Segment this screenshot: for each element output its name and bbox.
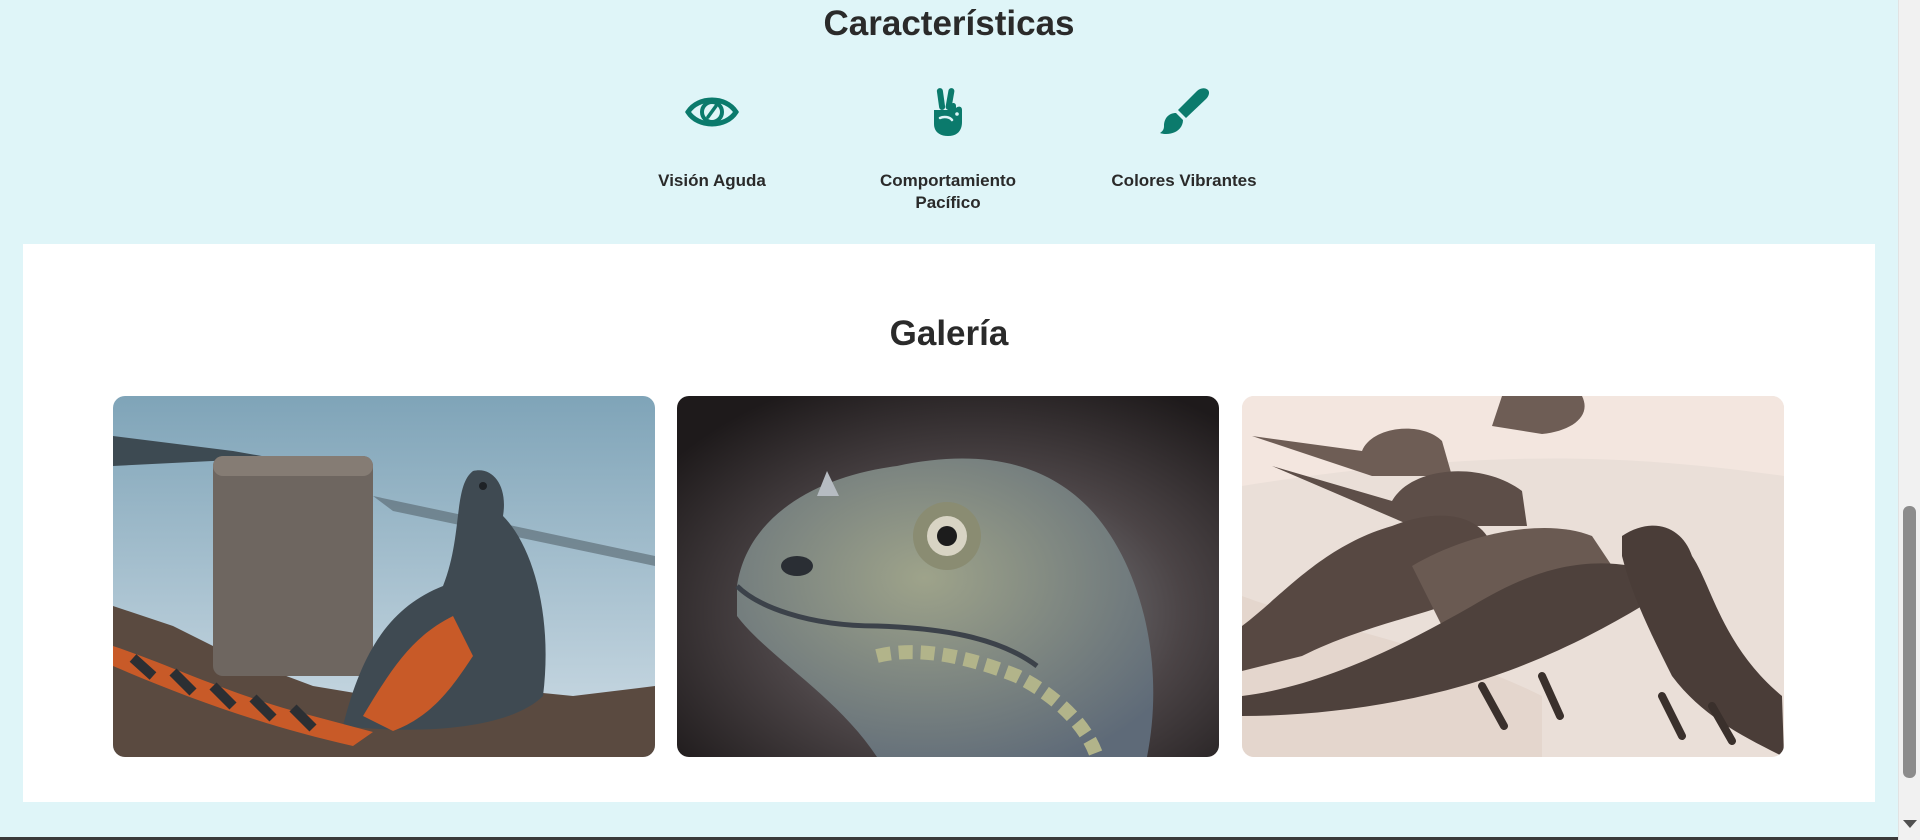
- iguana-head-closeup-photo: [677, 396, 1219, 757]
- gallery-section: Galería: [23, 244, 1875, 802]
- feature-label: Colores Vibrantes: [1111, 171, 1257, 190]
- scroll-down-arrow-icon[interactable]: [1903, 820, 1917, 828]
- feature-colors: Colores Vibrantes: [1094, 84, 1274, 192]
- feature-label: Visión Aguda: [658, 171, 766, 190]
- feature-label: Comportamiento Pacífico: [880, 171, 1016, 212]
- eye-icon: [685, 97, 739, 127]
- scrollbar-thumb[interactable]: [1903, 506, 1916, 778]
- feature-vision: Visión Aguda: [622, 84, 802, 192]
- iguana-by-water-photo: [113, 396, 655, 757]
- gallery-title: Galería: [889, 314, 1009, 353]
- features-title: Características: [823, 4, 1075, 43]
- page: Características Visión Aguda Comportamie…: [0, 0, 1898, 840]
- vertical-scrollbar[interactable]: [1898, 0, 1920, 840]
- paintbrush-icon: [1160, 88, 1210, 134]
- feature-peaceful: Comportamiento Pacífico: [858, 84, 1038, 214]
- iguanas-on-sand-photo: [1242, 396, 1784, 757]
- peace-hand-icon: [934, 88, 962, 136]
